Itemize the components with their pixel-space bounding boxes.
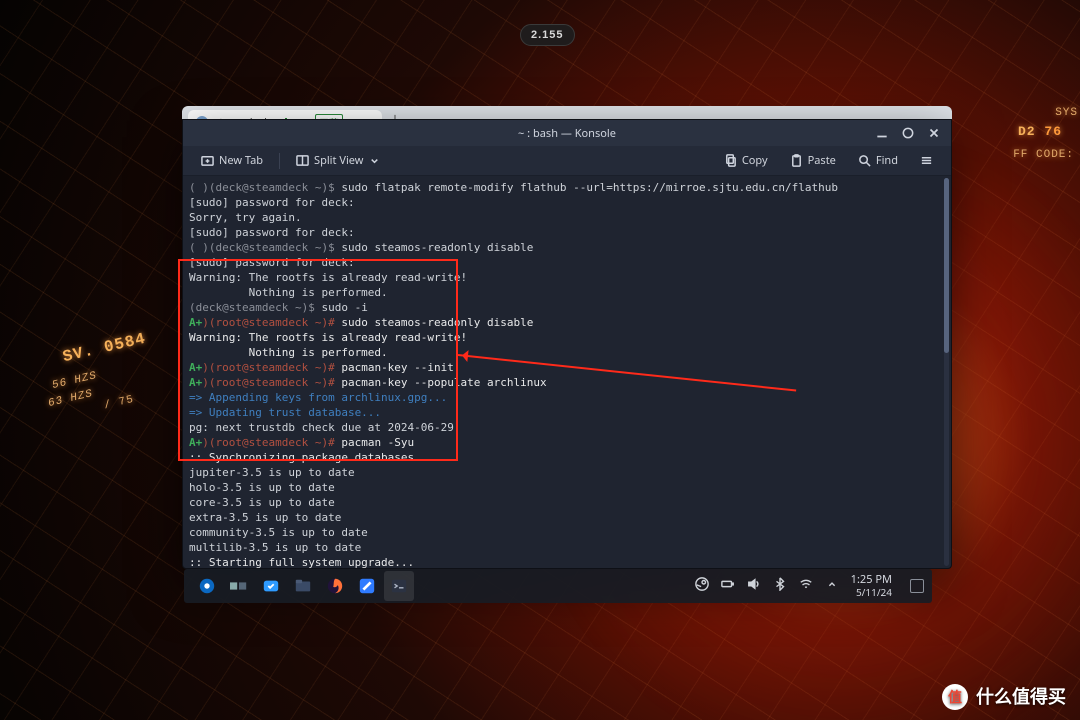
firefox-icon[interactable] bbox=[320, 571, 350, 601]
new-tab-button[interactable]: New Tab bbox=[193, 150, 271, 171]
copy-icon bbox=[724, 154, 737, 167]
task-view-icon[interactable] bbox=[224, 571, 254, 601]
taskbar: 1:25 PM 5/11/24 bbox=[184, 569, 932, 603]
bluetooth-icon[interactable] bbox=[773, 577, 787, 595]
taskbar-clock[interactable]: 1:25 PM 5/11/24 bbox=[851, 574, 892, 598]
konsole-toolbar: New Tab Split View Copy Paste Find bbox=[183, 146, 951, 176]
hud-ff: FF CODE: bbox=[1013, 150, 1074, 161]
find-button[interactable]: Find bbox=[850, 150, 906, 171]
chevron-down-icon bbox=[368, 154, 381, 167]
plus-tab-icon bbox=[201, 154, 214, 167]
steam-icon[interactable] bbox=[695, 577, 709, 595]
window-title: ~ : bash — Konsole bbox=[183, 126, 951, 141]
terminal-scrollbar[interactable] bbox=[944, 178, 949, 566]
show-desktop-button[interactable] bbox=[910, 579, 924, 593]
split-view-button[interactable]: Split View bbox=[288, 150, 389, 171]
hud-d2: D2 76 bbox=[1018, 125, 1062, 138]
wifi-icon[interactable] bbox=[799, 577, 813, 595]
paste-button[interactable]: Paste bbox=[782, 150, 844, 171]
volume-icon[interactable] bbox=[747, 577, 761, 595]
hud-sys: SYS bbox=[1055, 108, 1078, 119]
system-tray: 1:25 PM 5/11/24 bbox=[695, 574, 924, 598]
split-icon bbox=[296, 154, 309, 167]
files-icon[interactable] bbox=[288, 571, 318, 601]
discover-icon[interactable] bbox=[256, 571, 286, 601]
terminal-output[interactable]: ( )(deck@steamdeck ~)$ sudo flatpak remo… bbox=[183, 176, 943, 568]
paste-icon bbox=[790, 154, 803, 167]
copy-button[interactable]: Copy bbox=[716, 150, 776, 171]
close-icon[interactable] bbox=[927, 126, 941, 140]
battery-icon[interactable] bbox=[721, 577, 735, 595]
search-icon bbox=[858, 154, 871, 167]
konsole-taskbar-icon[interactable] bbox=[384, 571, 414, 601]
hud-pill: 2.155 bbox=[520, 24, 575, 46]
maximize-icon[interactable] bbox=[901, 126, 915, 140]
konsole-titlebar[interactable]: ~ : bash — Konsole bbox=[183, 120, 951, 146]
watermark-badge-icon: 值 bbox=[942, 684, 968, 710]
minimize-icon[interactable] bbox=[875, 126, 889, 140]
konsole-window: ~ : bash — Konsole New Tab Split View Co… bbox=[182, 119, 952, 569]
tray-chevron-icon[interactable] bbox=[825, 577, 839, 595]
start-button[interactable] bbox=[192, 571, 222, 601]
menu-button[interactable] bbox=[912, 151, 941, 170]
hamburger-icon bbox=[920, 154, 933, 167]
watermark: 值 什么值得买 bbox=[942, 684, 1066, 710]
todesk-icon[interactable] bbox=[352, 571, 382, 601]
